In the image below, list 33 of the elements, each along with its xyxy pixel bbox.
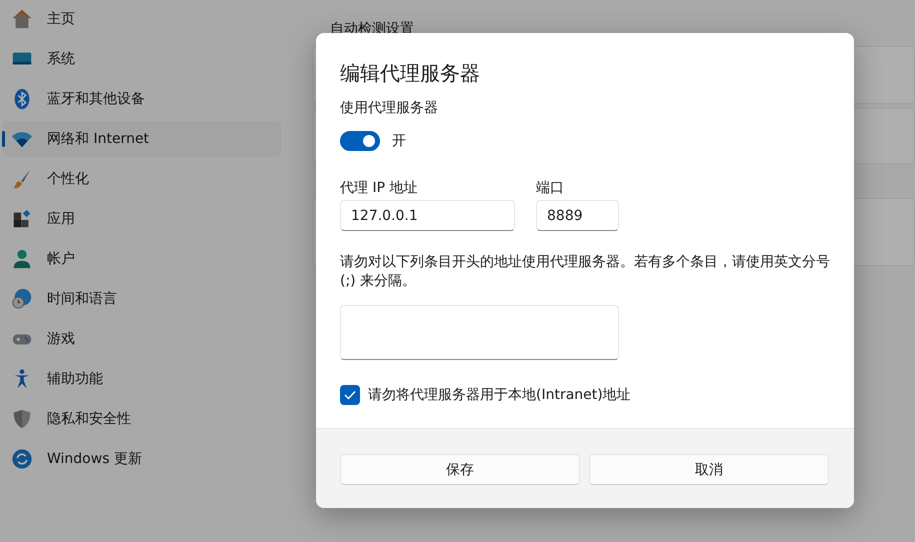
toggle-label: 使用代理服务器: [340, 99, 439, 117]
update-icon: [11, 448, 33, 470]
apps-icon: [11, 208, 33, 230]
sidebar-item[interactable]: 主页: [2, 1, 281, 37]
sidebar-item[interactable]: 网络和 Internet: [2, 121, 281, 157]
input-field[interactable]: 8889: [536, 200, 619, 231]
exceptions-description: 请勿对以下列条目开头的地址使用代理服务器。若有多个条目，请使用英文分号 (;) 来分隔。: [340, 253, 830, 291]
sidebar-item[interactable]: 应用: [2, 201, 281, 237]
sidebar-item[interactable]: 个性化: [2, 161, 281, 197]
input-field[interactable]: 127.0.0.1: [340, 200, 515, 231]
sidebar-item[interactable]: 隐私和安全性: [2, 401, 281, 437]
proxy-toggle[interactable]: [340, 131, 380, 151]
dialog-title: 编辑代理服务器: [340, 60, 481, 87]
exceptions-field[interactable]: [340, 305, 619, 360]
home-icon: [11, 8, 33, 30]
sidebar-item[interactable]: Windows 更新: [2, 441, 281, 477]
shield-icon: [11, 408, 33, 430]
toggle-state: 开: [392, 132, 406, 150]
sidebar-item[interactable]: 时间和语言: [2, 281, 281, 317]
sidebar-item[interactable]: 系统: [2, 41, 281, 77]
checkbox[interactable]: [340, 385, 360, 405]
checkmark-icon: [344, 390, 356, 400]
globe-clock-icon: [11, 288, 33, 310]
field-label: 端口: [536, 179, 565, 197]
cancel-button[interactable]: 取消: [589, 454, 829, 485]
sidebar-item[interactable]: 蓝牙和其他设备: [2, 81, 281, 117]
sidebar-item[interactable]: 辅助功能: [2, 361, 281, 397]
person-icon: [11, 248, 33, 270]
checkbox-label: 请勿将代理服务器用于本地(Intranet)地址: [368, 386, 631, 404]
sidebar-item[interactable]: 游戏: [2, 321, 281, 357]
field-label: 代理 IP 地址: [340, 179, 418, 197]
save-button[interactable]: 保存: [340, 454, 580, 485]
sidebar-item[interactable]: 帐户: [2, 241, 281, 277]
